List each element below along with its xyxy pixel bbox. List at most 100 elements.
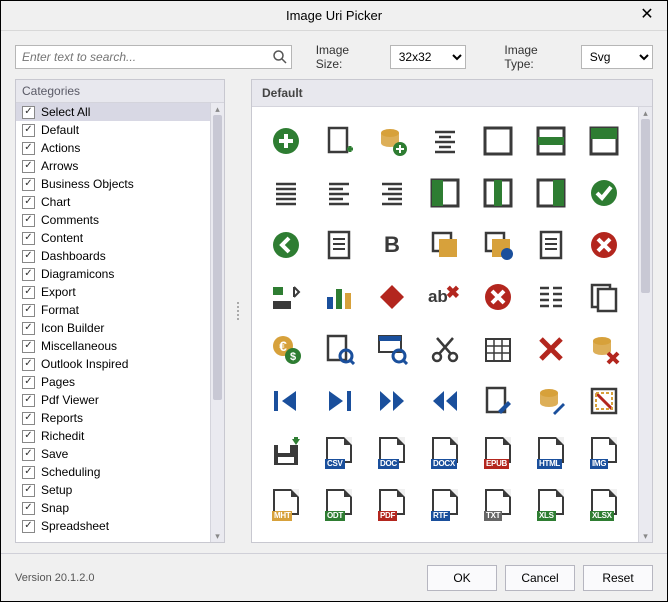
apply-check-icon[interactable] <box>582 171 626 215</box>
box-right-icon[interactable] <box>529 171 573 215</box>
eraser-icon[interactable] <box>370 275 414 319</box>
category-item[interactable]: ✓Pages <box>16 373 210 391</box>
reset-button[interactable]: Reset <box>583 565 653 591</box>
file-img-icon[interactable]: IMG <box>582 431 626 475</box>
skip-last-icon[interactable] <box>317 379 361 423</box>
category-item[interactable]: ✓Pdf Viewer <box>16 391 210 409</box>
scroll-down-icon[interactable]: ▾ <box>641 530 650 542</box>
categories-scrollbar[interactable]: ▴ ▾ <box>210 103 224 542</box>
file-doc-icon[interactable]: DOC <box>370 431 414 475</box>
category-item[interactable]: ✓Setup <box>16 481 210 499</box>
align-right-icon[interactable] <box>370 171 414 215</box>
bold-icon[interactable]: B <box>370 223 414 267</box>
delete-database-icon[interactable] <box>582 327 626 371</box>
category-item[interactable]: ✓Select All <box>16 103 210 121</box>
list-lines-icon[interactable] <box>529 275 573 319</box>
category-item[interactable]: ✓Default <box>16 121 210 139</box>
add-database-icon[interactable] <box>370 119 414 163</box>
checkbox-icon[interactable]: ✓ <box>22 160 35 173</box>
checkbox-icon[interactable]: ✓ <box>22 178 35 191</box>
cancel-circle-icon[interactable] <box>582 223 626 267</box>
checkbox-icon[interactable]: ✓ <box>22 430 35 443</box>
table-wrench-icon[interactable] <box>370 327 414 371</box>
file-rtf-icon[interactable]: RTF <box>423 483 467 527</box>
scroll-up-icon[interactable]: ▴ <box>641 107 650 119</box>
cancel-circle-2-icon[interactable] <box>476 275 520 319</box>
category-item[interactable]: ✓Diagramicons <box>16 265 210 283</box>
category-item[interactable]: ✓Scheduling <box>16 463 210 481</box>
file-xls-icon[interactable]: XLS <box>529 483 573 527</box>
skip-first-icon[interactable] <box>264 379 308 423</box>
cancel-button[interactable]: Cancel <box>505 565 575 591</box>
checkbox-icon[interactable]: ✓ <box>22 142 35 155</box>
checkbox-icon[interactable]: ✓ <box>22 340 35 353</box>
checkbox-icon[interactable]: ✓ <box>22 484 35 497</box>
box-half-h-icon[interactable] <box>529 119 573 163</box>
chart-bars-icon[interactable] <box>317 275 361 319</box>
checkbox-icon[interactable]: ✓ <box>22 214 35 227</box>
checkbox-icon[interactable]: ✓ <box>22 250 35 263</box>
scroll-down-icon[interactable]: ▾ <box>213 530 222 542</box>
page-lines-icon[interactable] <box>317 223 361 267</box>
back-circle-icon[interactable] <box>264 223 308 267</box>
box-outline-icon[interactable] <box>476 119 520 163</box>
add-page-icon[interactable] <box>317 119 361 163</box>
play-double-icon[interactable] <box>370 379 414 423</box>
category-item[interactable]: ✓Outlook Inspired <box>16 355 210 373</box>
category-item[interactable]: ✓Dashboards <box>16 247 210 265</box>
layer-back-icon[interactable] <box>423 223 467 267</box>
copy-page-icon[interactable] <box>582 275 626 319</box>
checkbox-icon[interactable]: ✓ <box>22 358 35 371</box>
checkbox-icon[interactable]: ✓ <box>22 124 35 137</box>
ruler-swap-icon[interactable] <box>264 275 308 319</box>
file-xlsx-icon[interactable]: XLSX <box>582 483 626 527</box>
checkbox-icon[interactable]: ✓ <box>22 376 35 389</box>
align-justify-icon[interactable] <box>264 171 308 215</box>
file-mht-icon[interactable]: MHT <box>264 483 308 527</box>
checkbox-icon[interactable]: ✓ <box>22 232 35 245</box>
file-pdf-icon[interactable]: PDF <box>370 483 414 527</box>
date-grid-icon[interactable] <box>476 327 520 371</box>
scroll-thumb[interactable] <box>213 115 222 400</box>
category-item[interactable]: ✓Richedit <box>16 427 210 445</box>
category-item[interactable]: ✓Actions <box>16 139 210 157</box>
categories-list[interactable]: ✓Select All✓Default✓Actions✓Arrows✓Busin… <box>16 103 210 542</box>
checkbox-icon[interactable]: ✓ <box>22 106 35 119</box>
checkbox-icon[interactable]: ✓ <box>22 394 35 407</box>
category-item[interactable]: ✓Business Objects <box>16 175 210 193</box>
ok-button[interactable]: OK <box>427 565 497 591</box>
checkbox-icon[interactable]: ✓ <box>22 286 35 299</box>
box-left-icon[interactable] <box>423 171 467 215</box>
layer-front-icon[interactable] <box>476 223 520 267</box>
checkbox-icon[interactable]: ✓ <box>22 412 35 425</box>
currency-euro-icon[interactable]: €$ <box>264 327 308 371</box>
file-txt-icon[interactable]: TXT <box>476 483 520 527</box>
add-circle-icon[interactable] <box>264 119 308 163</box>
category-item[interactable]: ✓Arrows <box>16 157 210 175</box>
category-item[interactable]: ✓Export <box>16 283 210 301</box>
edit-database-icon[interactable] <box>529 379 573 423</box>
checkbox-icon[interactable]: ✓ <box>22 466 35 479</box>
page-wrench-icon[interactable] <box>317 327 361 371</box>
file-csv-icon[interactable]: CSV <box>317 431 361 475</box>
scroll-thumb[interactable] <box>641 119 650 293</box>
category-item[interactable]: ✓Spreadsheet <box>16 517 210 535</box>
category-item[interactable]: ✓Comments <box>16 211 210 229</box>
checkbox-icon[interactable]: ✓ <box>22 196 35 209</box>
category-item[interactable]: ✓Icon Builder <box>16 319 210 337</box>
image-size-select[interactable]: 32x32 <box>390 45 466 69</box>
file-docx-icon[interactable]: DOCX <box>423 431 467 475</box>
scroll-up-icon[interactable]: ▴ <box>213 103 222 115</box>
box-middle-v-icon[interactable] <box>476 171 520 215</box>
checkbox-icon[interactable]: ✓ <box>22 268 35 281</box>
category-item[interactable]: ✓Chart <box>16 193 210 211</box>
category-item[interactable]: ✓Save <box>16 445 210 463</box>
checkbox-icon[interactable]: ✓ <box>22 322 35 335</box>
crop-image-icon[interactable] <box>582 379 626 423</box>
page-text-icon[interactable] <box>529 223 573 267</box>
clear-text-icon[interactable]: ab✖ <box>423 275 467 319</box>
category-item[interactable]: ✓Snap <box>16 499 210 517</box>
category-item[interactable]: ✓Miscellaneous <box>16 337 210 355</box>
box-top-icon[interactable] <box>582 119 626 163</box>
icons-scrollbar[interactable]: ▴ ▾ <box>638 107 652 542</box>
